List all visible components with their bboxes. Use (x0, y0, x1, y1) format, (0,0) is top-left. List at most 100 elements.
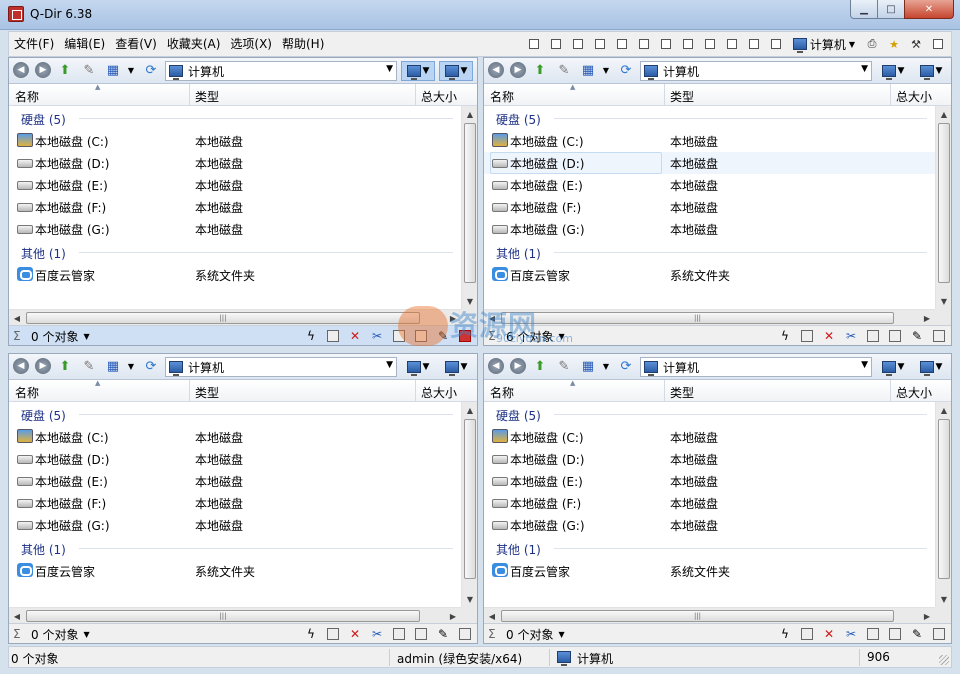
cut-icon[interactable]: ✂ (369, 626, 385, 642)
view-mode-icon[interactable]: ▦ (105, 358, 121, 374)
list-item[interactable]: 本地磁盘 (E:) 本地磁盘 (484, 470, 935, 492)
paste-icon[interactable] (887, 626, 903, 642)
scroll-up-icon[interactable]: ▲ (462, 106, 477, 122)
list-item[interactable]: 本地磁盘 (C:) 本地磁盘 (9, 130, 461, 152)
vertical-scrollbar[interactable]: ▲ ▼ (935, 402, 951, 607)
scroll-up-icon[interactable]: ▲ (936, 402, 951, 418)
group-header[interactable]: 硬盘 (5) (484, 106, 935, 130)
properties-icon[interactable] (457, 626, 473, 642)
chevron-down-icon[interactable]: ▼ (598, 62, 614, 78)
layout-9-icon[interactable] (723, 35, 741, 53)
chevron-down-icon[interactable]: ▼ (558, 332, 564, 341)
horizontal-scrollbar[interactable]: ◀ ||| ▶ (484, 309, 935, 325)
scroll-down-icon[interactable]: ▼ (936, 293, 951, 309)
network-button[interactable]: ▼ (914, 61, 948, 81)
minimize-button[interactable]: ▁ (850, 0, 878, 19)
forward-icon[interactable]: ▶ (35, 358, 51, 374)
chevron-down-icon[interactable]: ▼ (598, 358, 614, 374)
scroll-thumb[interactable] (938, 419, 950, 579)
layout-1-icon[interactable] (547, 35, 565, 53)
back-icon[interactable]: ◀ (488, 358, 504, 374)
list-item[interactable]: 百度云管家 系统文件夹 (484, 560, 935, 582)
chevron-down-icon[interactable]: ▼ (83, 332, 89, 341)
list-item[interactable]: 本地磁盘 (G:) 本地磁盘 (484, 514, 935, 536)
horizontal-scrollbar[interactable]: ◀ ||| ▶ (9, 607, 461, 623)
properties-icon[interactable] (931, 328, 947, 344)
forward-icon[interactable]: ▶ (510, 358, 526, 374)
lightning-icon[interactable]: ϟ (777, 626, 793, 642)
back-icon[interactable]: ◀ (488, 62, 504, 78)
column-type[interactable]: 类型 (670, 88, 694, 105)
lightning-icon[interactable]: ϟ (303, 626, 319, 642)
list-item[interactable]: 百度云管家 系统文件夹 (484, 264, 935, 286)
scroll-down-icon[interactable]: ▼ (462, 591, 477, 607)
address-bar[interactable]: 计算机 ▼ (640, 61, 872, 81)
group-header[interactable]: 其他 (1) (9, 536, 461, 560)
lightning-icon[interactable]: ϟ (303, 328, 319, 344)
layout-3-icon[interactable] (591, 35, 609, 53)
scroll-thumb[interactable] (464, 123, 476, 283)
layout-8-icon[interactable] (701, 35, 719, 53)
view-mode-icon[interactable]: ▦ (580, 358, 596, 374)
mail-icon[interactable] (799, 626, 815, 642)
scroll-left-icon[interactable]: ◀ (484, 608, 500, 624)
file-list[interactable]: 硬盘 (5) 本地磁盘 (C:) 本地磁盘 本地磁盘 (D:) 本地磁盘 本地磁… (484, 106, 935, 286)
scroll-right-icon[interactable]: ▶ (445, 310, 461, 326)
rename-icon[interactable]: ✎ (435, 626, 451, 642)
list-item[interactable]: 本地磁盘 (F:) 本地磁盘 (484, 196, 935, 218)
list-item[interactable]: 本地磁盘 (C:) 本地磁盘 (9, 426, 461, 448)
network-button[interactable]: ▼ (439, 61, 473, 81)
chevron-down-icon[interactable]: ▼ (386, 64, 393, 74)
vertical-scrollbar[interactable]: ▲ ▼ (461, 106, 477, 309)
list-item[interactable]: 本地磁盘 (C:) 本地磁盘 (484, 130, 935, 152)
list-item[interactable]: 本地磁盘 (F:) 本地磁盘 (9, 492, 461, 514)
network-button[interactable]: ▼ (439, 357, 473, 377)
column-name[interactable]: 名称 (15, 88, 39, 105)
paste-icon[interactable] (413, 328, 429, 344)
column-size[interactable]: 总大小 (421, 384, 457, 401)
menu-favorites[interactable]: 收藏夹(A) (162, 32, 226, 56)
app-icon[interactable] (8, 6, 24, 22)
view-mode-icon[interactable]: ▦ (580, 62, 596, 78)
forward-icon[interactable]: ▶ (510, 62, 526, 78)
column-name[interactable]: 名称 (490, 88, 514, 105)
menu-options[interactable]: 选项(X) (225, 32, 277, 56)
paste-icon[interactable] (413, 626, 429, 642)
list-item[interactable]: 百度云管家 系统文件夹 (9, 560, 461, 582)
list-item[interactable]: 百度云管家 系统文件夹 (9, 264, 461, 286)
scroll-thumb[interactable]: ||| (26, 312, 420, 324)
delete-icon[interactable]: ✕ (347, 626, 363, 642)
properties-icon[interactable] (931, 626, 947, 642)
horizontal-scrollbar[interactable]: ◀ ||| ▶ (484, 607, 935, 623)
up-folder-icon[interactable]: ⬆ (532, 62, 548, 78)
resize-grip[interactable] (939, 655, 949, 665)
vertical-scrollbar[interactable]: ▲ ▼ (461, 402, 477, 607)
list-item[interactable]: 本地磁盘 (D:) 本地磁盘 (484, 152, 935, 174)
cut-icon[interactable]: ✂ (369, 328, 385, 344)
group-header[interactable]: 其他 (1) (9, 240, 461, 264)
group-header[interactable]: 硬盘 (5) (9, 402, 461, 426)
back-icon[interactable]: ◀ (13, 358, 29, 374)
file-list[interactable]: 硬盘 (5) 本地磁盘 (C:) 本地磁盘 本地磁盘 (D:) 本地磁盘 本地磁… (9, 106, 461, 286)
column-size[interactable]: 总大小 (421, 88, 457, 105)
back-icon[interactable]: ◀ (13, 62, 29, 78)
window-icon[interactable] (929, 35, 947, 53)
forward-icon[interactable]: ▶ (35, 62, 51, 78)
scroll-down-icon[interactable]: ▼ (936, 591, 951, 607)
new-folder-icon[interactable]: ✎ (556, 62, 572, 78)
layout-5-icon[interactable] (635, 35, 653, 53)
scroll-right-icon[interactable]: ▶ (919, 310, 935, 326)
up-folder-icon[interactable]: ⬆ (532, 358, 548, 374)
layout-4-icon[interactable] (613, 35, 631, 53)
menu-view[interactable]: 查看(V) (110, 32, 162, 56)
chevron-down-icon[interactable]: ▼ (861, 64, 868, 74)
cut-icon[interactable]: ✂ (843, 328, 859, 344)
new-folder-icon[interactable]: ✎ (556, 358, 572, 374)
chevron-down-icon[interactable]: ▼ (83, 630, 89, 639)
address-bar[interactable]: 计算机 ▼ (165, 357, 397, 377)
menu-edit[interactable]: 编辑(E) (59, 32, 110, 56)
properties-icon[interactable] (457, 328, 473, 344)
file-list[interactable]: 硬盘 (5) 本地磁盘 (C:) 本地磁盘 本地磁盘 (D:) 本地磁盘 本地磁… (9, 402, 461, 582)
group-header[interactable]: 其他 (1) (484, 536, 935, 560)
chevron-down-icon[interactable]: ▼ (123, 62, 139, 78)
